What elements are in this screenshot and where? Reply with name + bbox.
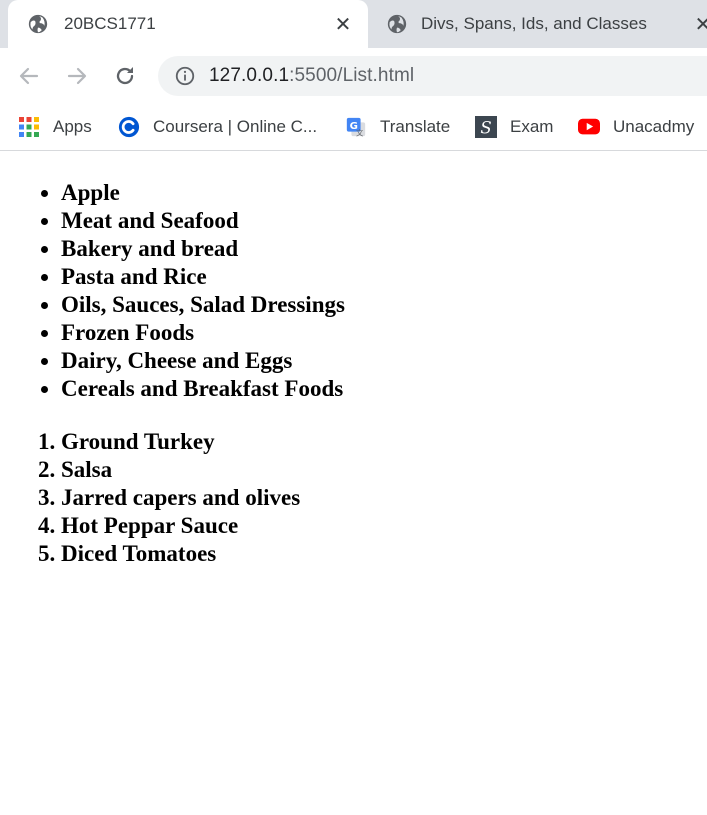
tab-strip: 20BCS1771 ✕ Divs, Spans, Ids, and Classe… bbox=[0, 0, 707, 48]
list-item: Hot Peppar Sauce bbox=[61, 512, 707, 540]
list-item: Oils, Sauces, Salad Dressings bbox=[61, 291, 707, 319]
address-bar[interactable]: 127.0.0.1:5500/List.html bbox=[158, 56, 707, 96]
google-translate-icon: G 文 bbox=[346, 117, 366, 137]
list-item: Frozen Foods bbox=[61, 319, 707, 347]
reload-icon bbox=[116, 67, 134, 85]
bookmark-label: Apps bbox=[53, 117, 92, 136]
svg-text:文: 文 bbox=[356, 128, 364, 137]
close-tab-icon[interactable]: ✕ bbox=[692, 13, 707, 36]
bookmark-unacadmy[interactable]: Unacadmy bbox=[578, 112, 694, 142]
tab-title: Divs, Spans, Ids, and Classes bbox=[421, 14, 647, 33]
info-icon[interactable] bbox=[174, 65, 196, 87]
ordered-list: Ground Turkey Salsa Jarred capers and ol… bbox=[0, 428, 707, 568]
url-host: 127.0.0.1 bbox=[209, 65, 290, 86]
back-button[interactable] bbox=[15, 62, 43, 90]
list-item: Apple bbox=[61, 179, 707, 207]
bookmarks-bar: Apps Coursera | Online C... G 文 Translat… bbox=[0, 104, 707, 151]
forward-button[interactable] bbox=[63, 62, 91, 90]
bookmark-label: Unacadmy bbox=[613, 117, 695, 136]
bookmark-exam[interactable]: S Exam bbox=[475, 112, 553, 142]
bookmark-apps[interactable]: Apps bbox=[18, 112, 92, 142]
reload-button[interactable] bbox=[111, 62, 139, 90]
back-arrow-icon bbox=[19, 67, 39, 85]
youtube-icon bbox=[578, 118, 600, 135]
list-item: Pasta and Rice bbox=[61, 263, 707, 291]
svg-text:S: S bbox=[480, 118, 491, 137]
bookmark-translate[interactable]: G 文 Translate bbox=[345, 112, 450, 142]
bookmark-label: Exam bbox=[510, 117, 554, 136]
url-path: :5500/List.html bbox=[289, 65, 415, 86]
apps-grid-icon bbox=[19, 117, 39, 137]
page-content: Apple Meat and Seafood Bakery and bread … bbox=[0, 152, 707, 815]
toolbar: 127.0.0.1:5500/List.html bbox=[0, 48, 707, 104]
list-item: Diced Tomatoes bbox=[61, 540, 707, 568]
url-text: 127.0.0.1:5500/List.html bbox=[209, 65, 414, 87]
bookmark-label: Translate bbox=[380, 117, 451, 136]
bookmark-label: Coursera | Online C... bbox=[153, 117, 318, 136]
list-item: Dairy, Cheese and Eggs bbox=[61, 347, 707, 375]
forward-arrow-icon bbox=[67, 67, 87, 85]
tab-title: 20BCS1771 bbox=[64, 14, 156, 33]
tab-divs-spans[interactable]: Divs, Spans, Ids, and Classes ✕ bbox=[378, 0, 707, 48]
list-item: Meat and Seafood bbox=[61, 207, 707, 235]
list-item: Bakery and bread bbox=[61, 235, 707, 263]
coursera-icon bbox=[118, 116, 140, 138]
close-tab-icon[interactable]: ✕ bbox=[332, 13, 354, 36]
list-item: Ground Turkey bbox=[61, 428, 707, 456]
bookmark-coursera[interactable]: Coursera | Online C... bbox=[118, 112, 317, 142]
unordered-list: Apple Meat and Seafood Bakery and bread … bbox=[0, 179, 707, 403]
globe-icon bbox=[387, 14, 407, 34]
globe-icon bbox=[28, 14, 48, 34]
tab-20bcs1771[interactable]: 20BCS1771 ✕ bbox=[8, 0, 368, 48]
exam-icon: S bbox=[475, 116, 497, 138]
list-item: Salsa bbox=[61, 456, 707, 484]
list-item: Cereals and Breakfast Foods bbox=[61, 375, 707, 403]
list-item: Jarred capers and olives bbox=[61, 484, 707, 512]
